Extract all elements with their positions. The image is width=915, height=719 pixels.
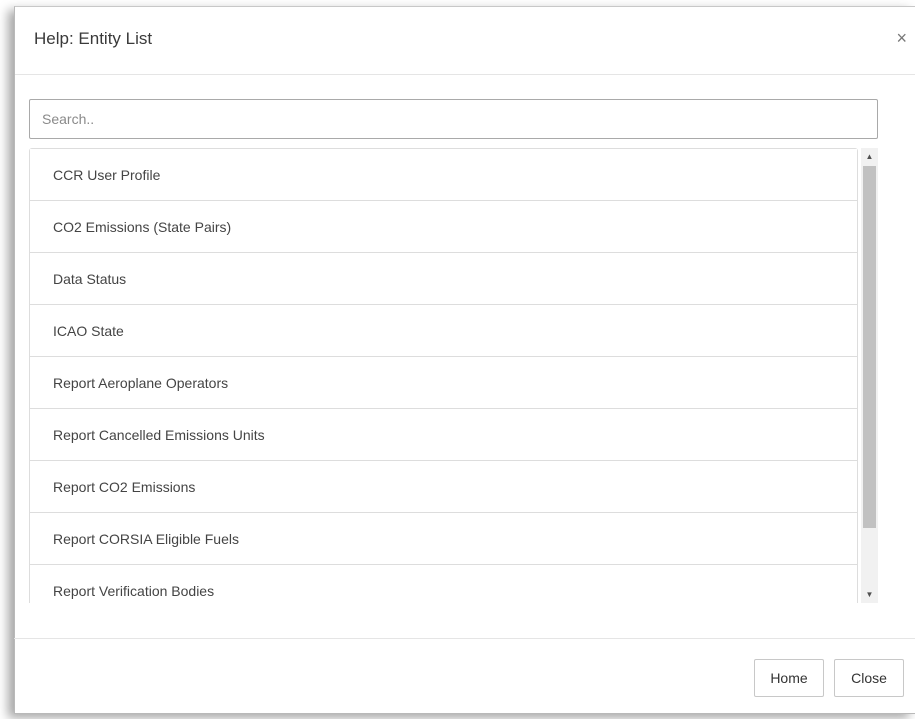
dialog-header: Help: Entity List × [15,7,915,75]
scroll-up-icon[interactable]: ▲ [861,148,878,165]
dialog-footer: Home Close [14,638,915,714]
list-item[interactable]: CCR User Profile [30,149,857,201]
dialog-title: Help: Entity List [34,29,153,48]
list-item[interactable]: Report CORSIA Eligible Fuels [30,513,857,565]
list-item[interactable]: Report Verification Bodies [30,565,857,603]
list-item[interactable]: Report Aeroplane Operators [30,357,857,409]
scroll-thumb[interactable] [863,166,876,528]
entity-list: CCR User Profile CO2 Emissions (State Pa… [29,148,858,603]
list-item[interactable]: Report CO2 Emissions [30,461,857,513]
close-icon[interactable]: × [896,29,907,47]
list-scrollbar[interactable]: ▲ ▼ [861,148,878,603]
list-item[interactable]: Report Cancelled Emissions Units [30,409,857,461]
close-button[interactable]: Close [834,659,904,697]
home-button[interactable]: Home [754,659,824,697]
scroll-down-icon[interactable]: ▼ [861,586,878,603]
list-item[interactable]: CO2 Emissions (State Pairs) [30,201,857,253]
list-item[interactable]: Data Status [30,253,857,305]
entity-list-container: CCR User Profile CO2 Emissions (State Pa… [29,148,878,603]
search-input[interactable] [29,99,878,139]
list-item[interactable]: ICAO State [30,305,857,357]
